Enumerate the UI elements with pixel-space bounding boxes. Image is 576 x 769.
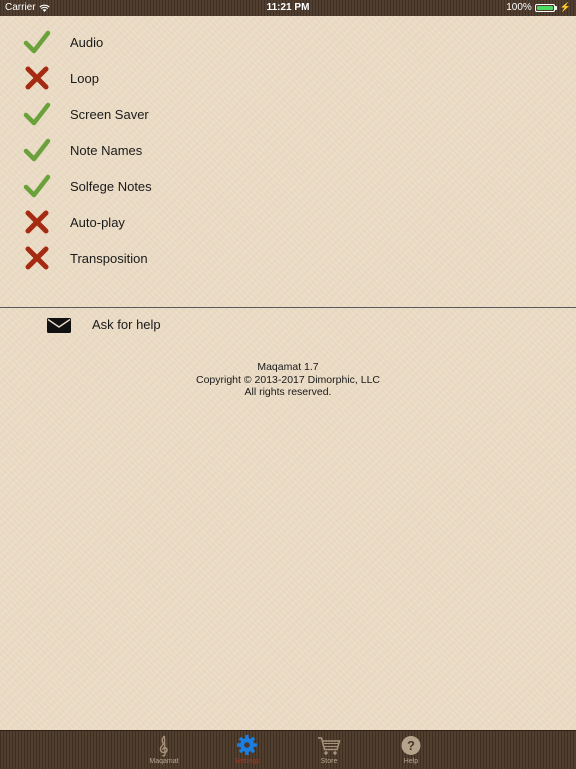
setting-row-transposition[interactable]: Transposition — [0, 240, 576, 276]
cart-icon — [318, 737, 341, 755]
tab-label-maqamat: Maqamat — [149, 758, 179, 765]
setting-row-loop[interactable]: Loop — [0, 60, 576, 96]
setting-row-audio[interactable]: Audio — [0, 24, 576, 60]
treble-clef-icon — [159, 735, 168, 757]
battery-tip — [554, 5, 557, 10]
setting-label-transposition: Transposition — [70, 250, 148, 266]
charging-icon: ⚡ — [559, 2, 571, 12]
setting-row-note-names[interactable]: Note Names — [0, 132, 576, 168]
wifi-icon — [38, 4, 50, 12]
setting-label-auto-play: Auto-play — [70, 214, 125, 230]
checkmark-icon[interactable] — [23, 100, 51, 128]
tab-help[interactable]: ? Help — [376, 731, 446, 769]
checkmark-icon[interactable] — [23, 136, 51, 164]
question-icon: ? — [401, 736, 421, 755]
gear-icon — [237, 735, 257, 755]
tab-bar: Maqamat Settings Store ? Help — [0, 730, 576, 769]
checkmark-icon[interactable] — [23, 172, 51, 200]
copyright-text: Copyright © 2013-2017 Dimorphic, LLC — [196, 373, 380, 386]
svg-text:?: ? — [407, 738, 415, 753]
tab-label-store: Store — [320, 758, 338, 765]
tab-settings[interactable]: Settings — [212, 731, 282, 769]
tab-store[interactable]: Store — [294, 731, 364, 769]
setting-row-solfege-notes[interactable]: Solfege Notes — [0, 168, 576, 204]
setting-row-auto-play[interactable]: Auto-play — [0, 204, 576, 240]
status-right: 100% ⚡ — [506, 2, 571, 13]
ask-for-help-row[interactable]: Ask for help — [0, 312, 576, 338]
status-bar: Carrier 11:21 PM 100% ⚡ — [0, 0, 576, 16]
cross-icon[interactable] — [23, 208, 51, 236]
battery-percent: 100% — [506, 2, 532, 13]
tab-label-settings: Settings — [234, 758, 260, 765]
setting-label-solfege-notes: Solfege Notes — [70, 178, 152, 194]
setting-label-loop: Loop — [70, 70, 99, 86]
setting-row-screen-saver[interactable]: Screen Saver — [0, 96, 576, 132]
envelope-icon — [47, 318, 71, 333]
app-version: Maqamat 1.7 — [257, 361, 319, 373]
tab-maqamat[interactable]: Maqamat — [129, 731, 199, 769]
setting-label-audio: Audio — [70, 34, 104, 50]
battery-icon — [534, 3, 555, 12]
checkmark-icon[interactable] — [23, 28, 51, 56]
ask-for-help-label[interactable]: Ask for help — [92, 317, 161, 332]
status-left: Carrier — [5, 2, 50, 13]
tab-label-help: Help — [403, 758, 419, 765]
about-info: Maqamat 1.7 Copyright © 2013-2017 Dimorp… — [0, 361, 576, 399]
status-time: 11:21 PM — [266, 2, 310, 13]
rights-text: All rights reserved. — [244, 386, 332, 398]
cross-icon[interactable] — [23, 244, 51, 272]
divider — [0, 307, 576, 308]
setting-label-note-names: Note Names — [70, 142, 143, 158]
setting-label-screen-saver: Screen Saver — [70, 106, 149, 122]
cross-icon[interactable] — [23, 64, 51, 92]
carrier-label: Carrier — [5, 2, 36, 13]
